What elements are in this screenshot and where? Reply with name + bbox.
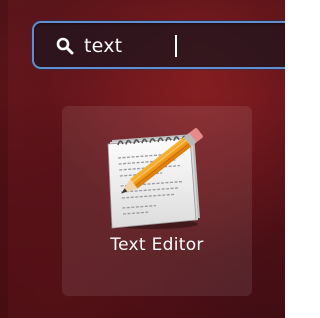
search-query-text[interactable]: text: [84, 34, 122, 58]
screen-edge: [0, 0, 8, 318]
search-input[interactable]: text: [32, 21, 285, 69]
search-icon: [56, 37, 74, 55]
text-editor-icon: [107, 128, 203, 229]
text-cursor: [175, 35, 177, 57]
app-label: Text Editor: [110, 235, 204, 255]
activities-overview: text Text Editor: [0, 0, 285, 318]
app-result-text-editor[interactable]: Text Editor: [62, 106, 252, 296]
